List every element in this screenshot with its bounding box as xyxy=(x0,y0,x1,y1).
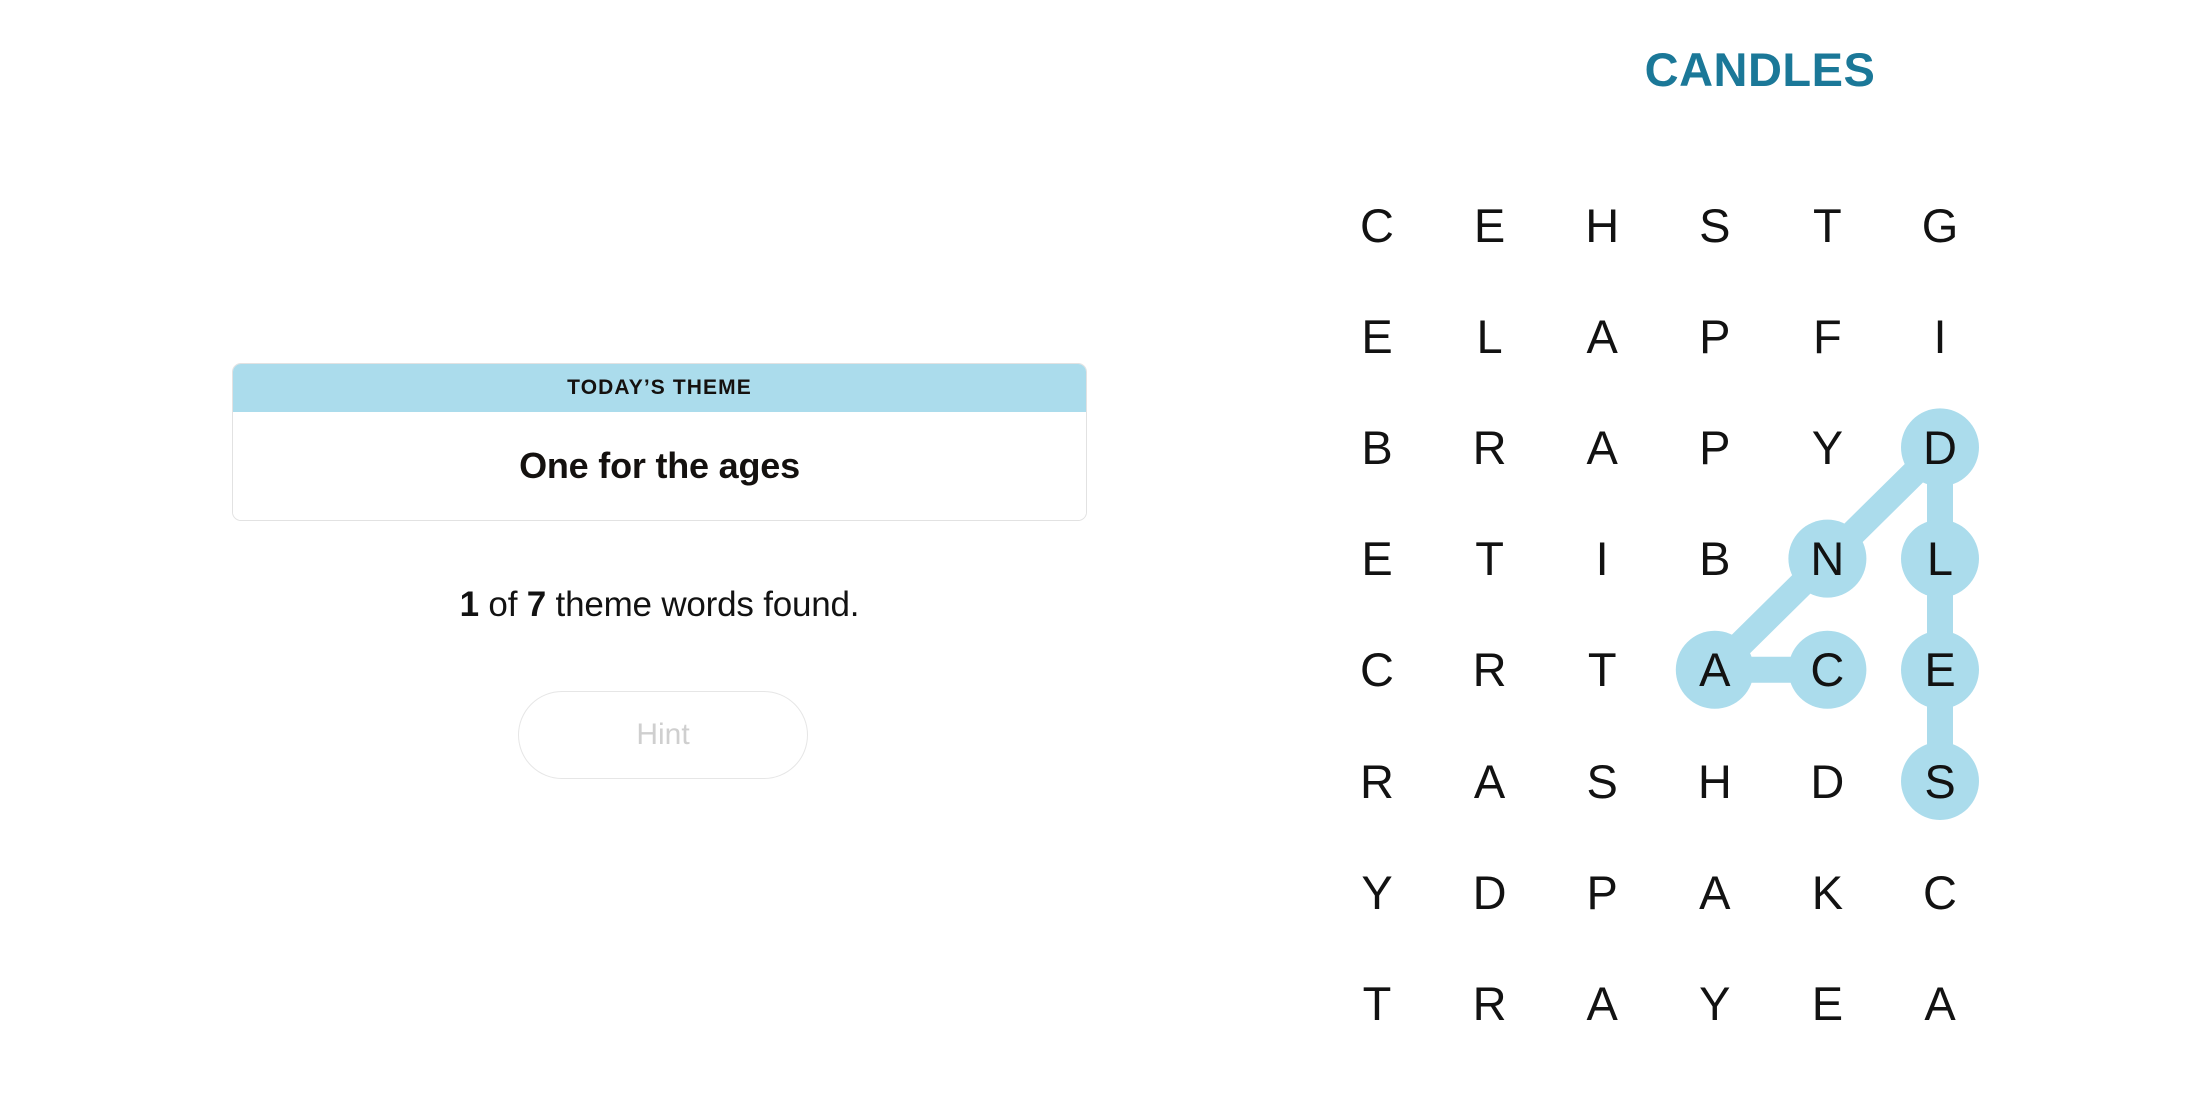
grid-cell-r2-c2[interactable]: L xyxy=(1451,297,1529,375)
grid-cell-r7-c5[interactable]: K xyxy=(1788,853,1866,931)
left-panel: TODAY’S THEME One for the ages 1 of 7 th… xyxy=(0,0,1320,1100)
grid-cell-r5-c2[interactable]: R xyxy=(1451,631,1529,709)
grid-cell-r4-c4[interactable]: B xyxy=(1676,520,1754,598)
grid-cell-r2-c1[interactable]: E xyxy=(1338,297,1416,375)
grid-cell-r6-c2[interactable]: A xyxy=(1451,742,1529,820)
grid-cell-r7-c1[interactable]: Y xyxy=(1338,853,1416,931)
grid-cell-r6-c4[interactable]: H xyxy=(1676,742,1754,820)
grid-cell-r6-c1[interactable]: R xyxy=(1338,742,1416,820)
hint-button[interactable]: Hint xyxy=(518,691,808,779)
grid-cell-r5-c4[interactable]: A xyxy=(1676,631,1754,709)
grid-cell-r8-c2[interactable]: R xyxy=(1451,964,1529,1042)
grid-cell-r1-c6[interactable]: G xyxy=(1901,186,1979,264)
progress-found-count: 1 xyxy=(459,585,479,624)
grid-cell-r5-c1[interactable]: C xyxy=(1338,631,1416,709)
grid-cell-r4-c2[interactable]: T xyxy=(1451,520,1529,598)
grid-cell-r8-c5[interactable]: E xyxy=(1788,964,1866,1042)
grid-cell-r3-c1[interactable]: B xyxy=(1338,408,1416,486)
grid-cell-r4-c3[interactable]: I xyxy=(1563,520,1641,598)
grid-cell-r5-c3[interactable]: T xyxy=(1563,631,1641,709)
grid-cell-r3-c2[interactable]: R xyxy=(1451,408,1529,486)
theme-card-header-label: TODAY’S THEME xyxy=(233,364,1086,412)
grid-cell-r8-c6[interactable]: A xyxy=(1901,964,1979,1042)
grid-cell-r3-c3[interactable]: A xyxy=(1563,408,1641,486)
grid-cell-r3-c6[interactable]: D xyxy=(1901,408,1979,486)
grid-cell-r7-c2[interactable]: D xyxy=(1451,853,1529,931)
grid-cell-r6-c3[interactable]: S xyxy=(1563,742,1641,820)
grid-cell-r2-c6[interactable]: I xyxy=(1901,297,1979,375)
grid-cell-r6-c6[interactable]: S xyxy=(1901,742,1979,820)
puzzle-panel: CANDLES CEHSTGELAPFIBRAPYDETIBNLCRTACERA… xyxy=(1320,0,2200,1100)
grid-cell-r1-c2[interactable]: E xyxy=(1451,186,1529,264)
grid-cell-r2-c5[interactable]: F xyxy=(1788,297,1866,375)
progress-total-count: 7 xyxy=(526,585,547,624)
grid-cell-r8-c4[interactable]: Y xyxy=(1676,964,1754,1042)
grid-cell-r4-c6[interactable]: L xyxy=(1901,520,1979,598)
grid-cell-r5-c6[interactable]: E xyxy=(1901,631,1979,709)
grid-cell-r7-c6[interactable]: C xyxy=(1901,853,1979,931)
grid-cell-r1-c4[interactable]: S xyxy=(1676,186,1754,264)
grid-cell-r4-c5[interactable]: N xyxy=(1788,520,1866,598)
grid-cell-r8-c3[interactable]: A xyxy=(1563,964,1641,1042)
grid-cell-r8-c1[interactable]: T xyxy=(1338,964,1416,1042)
grid-cell-r7-c4[interactable]: A xyxy=(1676,853,1754,931)
theme-card-body: One for the ages xyxy=(233,412,1086,520)
grid-cell-r1-c3[interactable]: H xyxy=(1563,186,1641,264)
grid-cell-r3-c5[interactable]: Y xyxy=(1788,408,1866,486)
progress-status: 1 of 7 theme words found. xyxy=(232,585,1087,625)
grid-cell-r2-c3[interactable]: A xyxy=(1563,297,1641,375)
grid-cell-r6-c5[interactable]: D xyxy=(1788,742,1866,820)
theme-phrase: One for the ages xyxy=(519,445,800,486)
grid-cell-r1-c5[interactable]: T xyxy=(1788,186,1866,264)
grid-cell-r2-c4[interactable]: P xyxy=(1676,297,1754,375)
progress-suffix-text: theme words found. xyxy=(546,585,860,624)
grid-cell-r3-c4[interactable]: P xyxy=(1676,408,1754,486)
grid-cell-r4-c1[interactable]: E xyxy=(1338,520,1416,598)
grid-cell-r7-c3[interactable]: P xyxy=(1563,853,1641,931)
letter-grid[interactable]: CEHSTGELAPFIBRAPYDETIBNLCRTACERASHDSYDPA… xyxy=(1320,0,2200,1100)
grid-cell-r1-c1[interactable]: C xyxy=(1338,186,1416,264)
theme-card: TODAY’S THEME One for the ages xyxy=(232,363,1087,521)
grid-cell-r5-c5[interactable]: C xyxy=(1788,631,1866,709)
progress-middle-text: of xyxy=(478,585,527,624)
